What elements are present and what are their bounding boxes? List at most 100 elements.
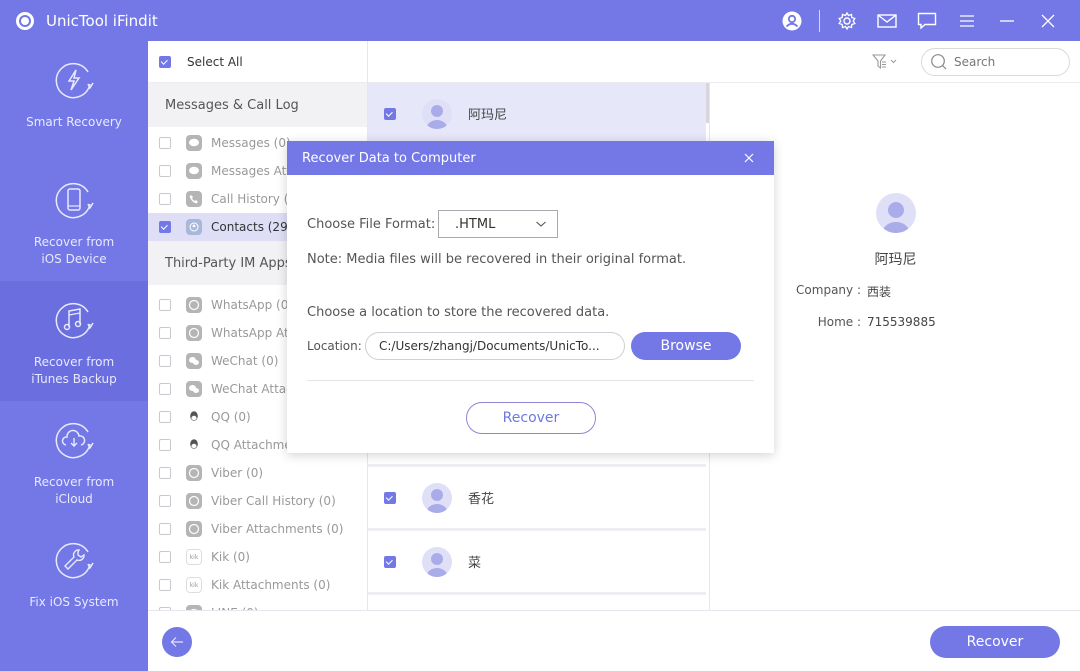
category-item-line[interactable]: LINE (0) xyxy=(148,599,367,610)
detail-field-value: 715539885 xyxy=(867,315,936,329)
file-format-select[interactable]: .HTML xyxy=(438,210,558,238)
menu-icon[interactable] xyxy=(957,11,977,31)
wrench-refresh-icon xyxy=(55,542,94,579)
category-label: Viber (0) xyxy=(211,466,264,480)
message-icon xyxy=(186,163,202,179)
sidebar-item-label: Recover from iOS Device xyxy=(33,235,115,266)
wechat-icon xyxy=(186,353,202,369)
recover-dialog: Recover Data to Computer Choose File For… xyxy=(287,141,774,453)
phone-refresh-icon xyxy=(55,182,94,219)
qq-icon xyxy=(186,409,202,425)
detail-field-value: 西装 xyxy=(867,285,892,299)
category-checkbox[interactable] xyxy=(159,411,171,423)
category-checkbox[interactable] xyxy=(159,439,171,451)
category-checkbox[interactable] xyxy=(159,467,171,479)
app-title: UnicTool iFindit xyxy=(46,12,158,30)
mail-icon[interactable] xyxy=(877,11,897,31)
category-checkbox[interactable] xyxy=(159,327,171,339)
sidebar: Smart Recovery Recover from iOS Device R… xyxy=(0,41,148,671)
detail-field-home: Home : 715539885 xyxy=(781,315,936,329)
recover-button[interactable]: Recover xyxy=(930,626,1060,658)
sidebar-item-smart-recovery[interactable]: Smart Recovery xyxy=(0,41,148,161)
sidebar-item-fix-ios[interactable]: Fix iOS System xyxy=(0,521,148,641)
category-item-viber[interactable]: Viber (0) xyxy=(148,459,367,487)
contact-row[interactable]: 阿玛尼 xyxy=(368,83,706,147)
category-checkbox[interactable] xyxy=(159,299,171,311)
detail-field-company: Company : 西装 xyxy=(781,283,891,300)
sidebar-item-label: Smart Recovery xyxy=(26,115,122,129)
sidebar-item-label: Recover from iTunes Backup xyxy=(31,355,117,386)
category-item-kik-attachments[interactable]: kik Kik Attachments (0) xyxy=(148,571,367,599)
category-checkbox[interactable] xyxy=(159,355,171,367)
phone-icon xyxy=(186,191,202,207)
category-label: WhatsApp (0) xyxy=(211,298,294,312)
category-checkbox[interactable] xyxy=(159,551,171,563)
location-prompt: Choose a location to store the recovered… xyxy=(307,305,610,320)
category-label: Messages (0) xyxy=(211,136,291,150)
back-button[interactable] xyxy=(162,627,192,657)
chevron-down-icon xyxy=(536,221,546,227)
arrow-left-icon xyxy=(170,637,183,647)
search-input[interactable] xyxy=(954,55,1064,69)
category-item-viber-call-history[interactable]: Viber Call History (0) xyxy=(148,487,367,515)
list-toolbar xyxy=(368,41,1080,83)
category-label: Viber Attachments (0) xyxy=(211,522,344,536)
detail-field-key: Home : xyxy=(817,315,861,329)
sidebar-item-label: Recover from iCloud xyxy=(33,475,115,506)
select-all-row[interactable]: Select All xyxy=(148,41,367,83)
dialog-divider xyxy=(307,380,754,381)
category-item-kik[interactable]: kik Kik (0) xyxy=(148,543,367,571)
sidebar-item-ios-device[interactable]: Recover from iOS Device xyxy=(0,161,148,281)
search-box[interactable] xyxy=(921,48,1070,76)
contact-row[interactable]: 菜 xyxy=(368,531,706,595)
location-label: Location: xyxy=(307,339,362,353)
list-scrollbar[interactable] xyxy=(706,83,709,123)
browse-button[interactable]: Browse xyxy=(631,332,741,360)
settings-icon[interactable] xyxy=(837,11,857,31)
format-label: Choose File Format: xyxy=(307,217,436,232)
title-bar: UnicTool iFindit xyxy=(0,0,1080,41)
avatar xyxy=(422,546,452,577)
category-checkbox[interactable] xyxy=(159,383,171,395)
kik-icon: kik xyxy=(186,549,202,565)
dialog-recover-button[interactable]: Recover xyxy=(466,402,596,434)
avatar xyxy=(422,98,452,129)
category-checkbox[interactable] xyxy=(159,523,171,535)
contact-checkbox[interactable] xyxy=(384,491,396,504)
category-label: Kik (0) xyxy=(211,550,250,564)
qq-icon xyxy=(186,437,202,453)
message-icon xyxy=(186,135,202,151)
filter-button[interactable] xyxy=(871,53,902,71)
sidebar-item-icloud[interactable]: Recover from iCloud xyxy=(0,401,148,521)
category-checkbox[interactable] xyxy=(159,165,171,177)
category-checkbox[interactable] xyxy=(159,495,171,507)
contact-row[interactable]: 香花 xyxy=(368,467,706,531)
category-checkbox[interactable] xyxy=(159,579,171,591)
dialog-close-icon[interactable] xyxy=(742,151,756,165)
sidebar-item-itunes-backup[interactable]: Recover from iTunes Backup xyxy=(0,281,148,401)
contact-name: 菜 xyxy=(468,556,482,571)
feedback-icon[interactable] xyxy=(917,11,937,31)
viber-icon xyxy=(186,521,202,537)
category-checkbox[interactable] xyxy=(159,221,171,233)
contact-checkbox[interactable] xyxy=(384,555,396,568)
whatsapp-icon xyxy=(186,297,202,313)
search-icon xyxy=(931,54,947,70)
category-item-viber-attachments[interactable]: Viber Attachments (0) xyxy=(148,515,367,543)
category-label: WeChat (0) xyxy=(211,354,279,368)
select-all-label: Select All xyxy=(187,54,243,69)
account-icon[interactable] xyxy=(782,11,802,31)
close-icon[interactable] xyxy=(1038,11,1058,31)
lightning-refresh-icon xyxy=(55,62,94,99)
row-divider xyxy=(368,464,706,467)
select-all-checkbox[interactable] xyxy=(159,55,171,68)
category-checkbox[interactable] xyxy=(159,137,171,149)
category-checkbox[interactable] xyxy=(159,193,171,205)
location-input[interactable] xyxy=(365,332,625,360)
filter-icon xyxy=(871,54,897,70)
dialog-title: Recover Data to Computer xyxy=(302,150,476,166)
music-refresh-icon xyxy=(55,302,94,339)
contact-checkbox[interactable] xyxy=(384,107,396,120)
minimize-icon[interactable] xyxy=(997,11,1017,31)
category-label: QQ (0) xyxy=(211,410,251,424)
